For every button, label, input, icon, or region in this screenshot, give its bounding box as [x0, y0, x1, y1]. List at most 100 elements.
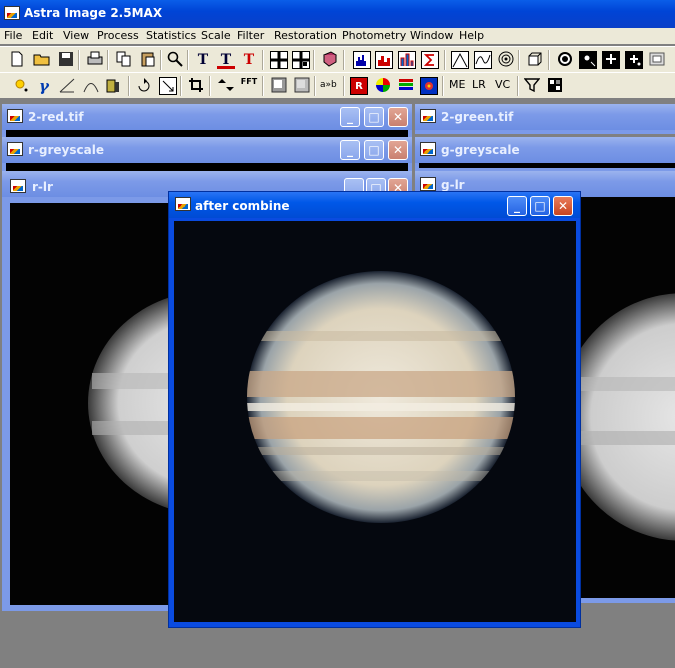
window-title: r-lr [32, 180, 53, 194]
text-delete-icon[interactable]: T [240, 51, 258, 69]
jupiter-color-image [247, 271, 515, 523]
resize-icon[interactable] [159, 77, 177, 95]
rgb-red-icon[interactable]: R [350, 77, 368, 95]
paste-icon[interactable] [139, 51, 157, 69]
menu-view[interactable]: View [63, 29, 89, 42]
star-add-icon[interactable] [625, 51, 643, 69]
fft-label: FFT [240, 77, 258, 86]
rotate-icon[interactable] [135, 77, 153, 95]
image-window-icon [10, 179, 26, 193]
minimize-button[interactable]: _ [507, 196, 527, 216]
menu-help[interactable]: Help [459, 29, 484, 42]
menu-photometry[interactable]: Photometry [342, 29, 406, 42]
frame-white-icon[interactable] [270, 77, 288, 95]
color-wheel-icon[interactable] [374, 77, 392, 95]
menu-window[interactable]: Window [410, 29, 453, 42]
window-green-tif[interactable]: 2-green.tif [415, 104, 675, 134]
close-button[interactable]: ✕ [553, 196, 573, 216]
toolbar-separator [209, 76, 211, 96]
toolbar-separator [160, 50, 162, 70]
toolbar-separator [313, 50, 315, 70]
maximize-button[interactable]: □ [364, 107, 384, 127]
window-panel-icon[interactable] [648, 51, 666, 69]
grid-mosaic-icon[interactable] [546, 77, 564, 95]
curve-wave-icon[interactable] [474, 51, 492, 69]
shift-arrows-icon[interactable] [217, 77, 235, 95]
menu-scale[interactable]: Scale [201, 29, 231, 42]
window-title: after combine [195, 199, 290, 213]
image-canvas [419, 163, 675, 168]
print-icon[interactable] [86, 51, 104, 69]
new-file-icon[interactable] [8, 51, 26, 69]
save-disk-icon[interactable] [57, 51, 75, 69]
fft-button[interactable]: FFT [240, 77, 258, 95]
minimize-button[interactable]: _ [340, 107, 360, 127]
histogram-icon[interactable] [353, 51, 371, 69]
image-canvas [174, 221, 576, 622]
channels-bars-icon[interactable] [397, 77, 415, 95]
toolbar-separator [128, 76, 130, 96]
close-button[interactable]: ✕ [388, 140, 408, 160]
zoom-magnifier-icon[interactable] [166, 51, 184, 69]
app-title: Astra Image 2.5MAX [24, 6, 163, 20]
menu-edit[interactable]: Edit [32, 29, 53, 42]
close-button[interactable]: ✕ [388, 107, 408, 127]
cube-icon[interactable] [526, 51, 544, 69]
crop-icon[interactable] [187, 77, 205, 95]
target-rings-icon[interactable] [497, 51, 515, 69]
me-button[interactable]: ME [449, 78, 465, 91]
image-window-icon [420, 109, 436, 123]
lr-button[interactable]: LR [472, 78, 486, 91]
sum-sigma-icon[interactable] [421, 51, 439, 69]
a-to-b-button[interactable]: a»b [320, 80, 337, 90]
star-icon[interactable] [602, 51, 620, 69]
battery-icon[interactable] [104, 77, 122, 95]
align-grid-icon[interactable] [292, 51, 310, 69]
text-color-icon[interactable]: T [217, 51, 235, 69]
menu-restoration[interactable]: Restoration [274, 29, 337, 42]
toolbar-separator [78, 50, 80, 70]
window-title: g-lr [441, 178, 465, 192]
window-title: 2-green.tif [441, 110, 514, 124]
window-title-bar[interactable]: 2-green.tif [415, 104, 675, 130]
maximize-button[interactable]: □ [364, 140, 384, 160]
toolbar-separator [343, 50, 345, 70]
window-title-bar[interactable]: g-greyscale [415, 137, 675, 163]
window-after-combine[interactable]: after combine _ □ ✕ [168, 191, 581, 628]
menu-filter[interactable]: Filter [237, 29, 264, 42]
concentric-target-icon[interactable] [556, 51, 574, 69]
app-title-bar[interactable]: Astra Image 2.5MAX [0, 0, 675, 28]
maximize-button[interactable]: □ [530, 196, 550, 216]
levels-icon[interactable] [398, 51, 416, 69]
image-canvas [6, 163, 408, 171]
book-icon[interactable] [321, 51, 339, 69]
gamma-icon[interactable]: γ [35, 77, 53, 95]
copy-icon[interactable] [115, 51, 133, 69]
menu-file[interactable]: File [4, 29, 22, 42]
window-title: g-greyscale [441, 143, 520, 157]
menu-process[interactable]: Process [97, 29, 139, 42]
star-select-icon[interactable] [579, 51, 597, 69]
window-title: r-greyscale [28, 143, 104, 157]
toolbar-separator [343, 76, 345, 96]
window-g-greyscale[interactable]: g-greyscale [415, 137, 675, 171]
curve-ramp-icon[interactable] [58, 77, 76, 95]
toolbar-separator [262, 50, 264, 70]
window-title-bar[interactable]: r-greyscale _ □ ✕ [2, 137, 412, 163]
sparkle-star-icon[interactable] [12, 77, 30, 95]
crosshair-grid-icon[interactable] [270, 51, 288, 69]
curve-bell-icon[interactable] [82, 77, 100, 95]
frame-grey-icon[interactable] [293, 77, 311, 95]
window-title: 2-red.tif [28, 110, 84, 124]
window-title-bar[interactable]: after combine _ □ ✕ [169, 192, 580, 218]
menu-statistics[interactable]: Statistics [146, 29, 196, 42]
window-title-bar[interactable]: 2-red.tif _ □ ✕ [2, 104, 412, 130]
color-histogram-icon[interactable] [375, 51, 393, 69]
vc-button[interactable]: VC [495, 78, 510, 91]
open-folder-icon[interactable] [33, 51, 51, 69]
text-tool-icon[interactable]: T [194, 51, 212, 69]
filter-funnel-icon[interactable] [523, 77, 541, 95]
minimize-button[interactable]: _ [340, 140, 360, 160]
curve-peak-icon[interactable] [451, 51, 469, 69]
color-balance-icon[interactable] [420, 77, 438, 95]
